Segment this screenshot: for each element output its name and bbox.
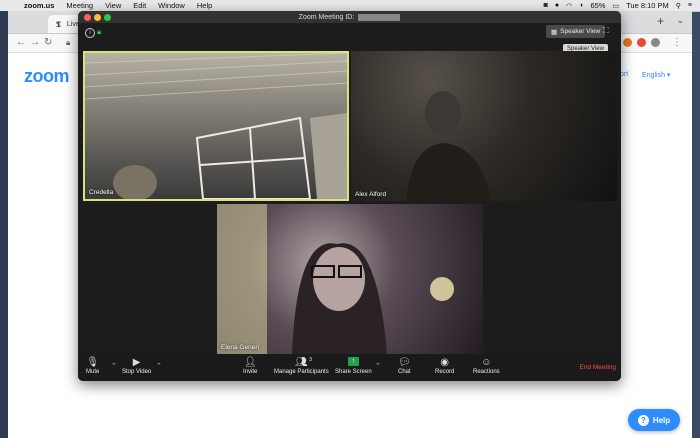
meeting-controls-bar: 🎙︎ Mute ⌃ ▶︎ Stop Video ⌃ 👤︎ Invite 👥︎ M… — [78, 354, 621, 381]
menu-edit[interactable]: Edit — [133, 1, 146, 10]
stop-video-label: Stop Video — [122, 369, 152, 375]
menu-view[interactable]: View — [105, 1, 121, 10]
menu-app-name[interactable]: zoom.us — [24, 1, 54, 10]
mute-label: Mute — [86, 369, 100, 375]
sound-icon[interactable]: ◖ — [579, 2, 583, 9]
mute-button[interactable]: 🎙︎ Mute — [86, 357, 99, 375]
credella-video-feed — [85, 53, 347, 199]
reactions-button[interactable]: ☺ Reactions — [473, 357, 500, 375]
record-label: Record — [435, 369, 455, 375]
extension-icon[interactable] — [623, 38, 632, 47]
zoom-title-bar: Zoom Meeting ID: — [78, 11, 621, 23]
speaker-view-button[interactable]: ▦ Speaker View — [546, 25, 606, 38]
speaker-view-label: Speaker View — [560, 28, 601, 35]
search-icon[interactable]: ⚲ — [676, 2, 681, 10]
video-tile-credella[interactable]: Credella — [83, 51, 349, 201]
menu-meeting[interactable]: Meeting — [66, 1, 93, 10]
invite-button[interactable]: 👤︎ Invite — [243, 357, 257, 375]
participants-icon: 👥︎ — [295, 357, 308, 368]
zoom-tray-icon[interactable]: ◙ — [544, 2, 548, 9]
chat-icon: 💬︎ — [398, 357, 411, 368]
wifi-icon[interactable]: ◠ — [566, 2, 572, 10]
share-screen-button[interactable]: ↑ Share Screen — [335, 357, 372, 375]
reload-icon[interactable]: ↻ — [44, 37, 52, 48]
zoom-window-icon[interactable] — [104, 14, 111, 21]
smiley-icon: ☺ — [481, 357, 492, 368]
share-options-chevron-icon[interactable]: ⌃ — [375, 362, 381, 370]
participant-name: Credella — [89, 189, 114, 196]
participant-count: 3 — [309, 357, 313, 363]
participant-name: Alex Alford — [355, 191, 387, 198]
question-icon: ? — [637, 414, 649, 426]
video-camera-icon: ▶︎ — [132, 357, 141, 368]
stop-video-button[interactable]: ▶︎ Stop Video — [122, 357, 151, 375]
share-screen-label: Share Screen — [335, 369, 372, 375]
help-button[interactable]: ? Help — [628, 409, 680, 431]
video-tile-elena-generi[interactable]: Elena Generi — [217, 204, 483, 354]
battery-icon[interactable]: ▭ — [612, 2, 619, 10]
menu-help[interactable]: Help — [197, 1, 212, 10]
reactions-label: Reactions — [473, 369, 500, 375]
elena-video-feed — [217, 204, 454, 354]
back-icon[interactable]: ← — [16, 37, 26, 48]
chat-label: Chat — [398, 369, 411, 375]
browser-menu-icon[interactable]: ⋮ — [672, 37, 682, 48]
zoom-logo[interactable]: zoom — [24, 66, 70, 87]
meeting-id-redacted — [358, 13, 401, 21]
record-button[interactable]: ◉ Record — [435, 357, 454, 375]
end-meeting-button[interactable]: End Meeting — [580, 364, 617, 371]
zoom-meeting-window: Zoom Meeting ID: i 🔒︎ ▦ Speaker View ⛶ S… — [78, 11, 621, 381]
desktop-background — [0, 11, 8, 438]
meeting-title: Zoom Meeting ID: — [298, 13, 355, 21]
profile-icon[interactable] — [651, 38, 660, 47]
encryption-lock-icon[interactable]: 🔒︎ — [97, 27, 101, 37]
manage-participants-label: Manage Participants — [274, 369, 329, 375]
share-screen-icon: ↑ — [347, 357, 359, 366]
forward-icon[interactable]: → — [30, 37, 40, 48]
add-user-icon: 👤︎ — [243, 357, 257, 368]
manage-participants-button[interactable]: 👥︎ Manage Participants — [274, 357, 329, 375]
grid-icon: ▦ — [551, 28, 558, 36]
audio-options-chevron-icon[interactable]: ⌃ — [111, 362, 117, 370]
close-window-icon[interactable] — [84, 14, 91, 21]
minimize-window-icon[interactable] — [94, 14, 101, 21]
participant-name: Elena Generi — [221, 344, 259, 351]
status-icon[interactable]: ● — [555, 2, 559, 9]
tab-list-chevron-icon[interactable]: ⌄ — [676, 15, 684, 26]
menu-window[interactable]: Window — [158, 1, 185, 10]
video-options-chevron-icon[interactable]: ⌃ — [156, 362, 162, 370]
battery-percent[interactable]: 65% — [590, 1, 605, 10]
alex-video-feed — [406, 91, 491, 201]
notification-center-icon[interactable]: ≡ — [688, 2, 692, 9]
chat-button[interactable]: 💬︎ Chat — [398, 357, 411, 375]
invite-label: Invite — [243, 369, 258, 375]
help-label: Help — [652, 415, 671, 425]
fullscreen-icon[interactable]: ⛶ — [603, 26, 609, 36]
record-icon: ◉ — [440, 357, 450, 368]
nyt-favicon-icon: 𝕿 — [56, 18, 61, 29]
microphone-icon: 🎙︎ — [86, 357, 100, 368]
opera-extension-icon[interactable] — [637, 38, 646, 47]
clock[interactable]: Tue 8:10 PM — [626, 1, 669, 10]
support-link[interactable]: ort — [620, 71, 628, 78]
video-tile-alex-alford[interactable]: Alex Alford — [351, 51, 617, 201]
new-tab-icon[interactable]: + — [657, 14, 664, 28]
language-selector[interactable]: English ▾ — [642, 71, 670, 79]
lock-icon: 🔒︎ — [66, 38, 71, 47]
meeting-info-icon[interactable]: i — [85, 28, 95, 38]
